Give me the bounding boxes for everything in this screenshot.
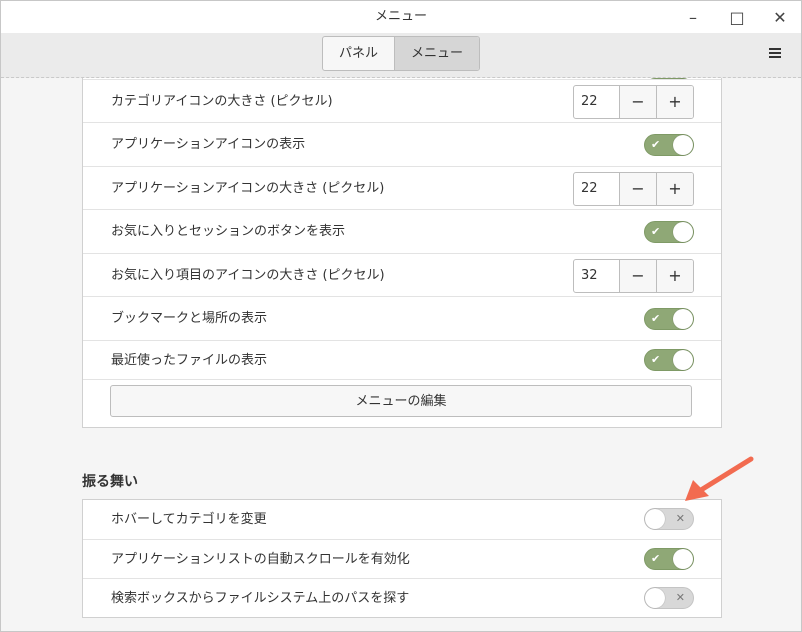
switch-knob	[673, 309, 693, 329]
favorite-icon-size-spinner: 32 − +	[573, 259, 694, 293]
increment-button[interactable]: +	[657, 86, 693, 118]
auto-scroll-switch[interactable]: ✔	[644, 548, 694, 570]
row-label: 最近使ったファイルの表示	[111, 353, 268, 368]
section-title-behavior: 振る舞い	[82, 474, 138, 490]
close-button[interactable]: ✕	[758, 1, 801, 33]
increment-button[interactable]: +	[657, 173, 693, 205]
check-icon: ✔	[651, 225, 661, 238]
switch-knob	[645, 509, 665, 529]
switch-knob	[673, 350, 693, 370]
favorites-session-switch[interactable]: ✔	[644, 221, 694, 243]
cross-icon: ✕	[675, 512, 685, 525]
row-label: アプリケーションアイコンの大きさ (ピクセル)	[111, 181, 385, 196]
spin-value[interactable]: 22	[574, 86, 620, 118]
row-show-recent-files: 最近使ったファイルの表示 ✔	[83, 340, 721, 379]
row-label: ホバーしてカテゴリを変更	[111, 512, 267, 527]
row-category-icon-size: カテゴリアイコンの大きさ (ピクセル) 22 − +	[83, 79, 721, 122]
minimize-button[interactable]: –	[671, 1, 715, 33]
increment-button[interactable]: +	[657, 260, 693, 292]
appearance-frame: カテゴリアイコンの大きさ (ピクセル) 22 − + アプリケーションアイコンの…	[82, 78, 722, 428]
settings-window: メニュー – □ ✕ パネル メニュー カテゴリアイコンの大きさ (ピクセル) …	[0, 0, 802, 632]
row-label: アプリケーションアイコンの表示	[111, 137, 306, 152]
edit-menu-button[interactable]: メニューの編集	[110, 385, 692, 417]
recent-files-switch[interactable]: ✔	[644, 349, 694, 371]
row-show-application-icons: アプリケーションアイコンの表示 ✔	[83, 122, 721, 166]
app-icon-size-spinner: 22 − +	[573, 172, 694, 206]
settings-content[interactable]: カテゴリアイコンの大きさ (ピクセル) 22 − + アプリケーションアイコンの…	[1, 78, 801, 631]
check-icon: ✔	[651, 312, 661, 325]
row-label: お気に入り項目のアイコンの大きさ (ピクセル)	[111, 268, 385, 283]
tab-panel[interactable]: パネル	[323, 37, 394, 70]
title-bar: メニュー – □ ✕	[1, 1, 801, 33]
row-label: お気に入りとセッションのボタンを表示	[111, 224, 346, 239]
header-toolbar: パネル メニュー	[1, 33, 801, 78]
row-favorite-icon-size: お気に入り項目のアイコンの大きさ (ピクセル) 32 − +	[83, 253, 721, 296]
row-edit-menu: メニューの編集	[83, 379, 721, 427]
row-application-icon-size: アプリケーションアイコンの大きさ (ピクセル) 22 − +	[83, 166, 721, 209]
decrement-button[interactable]: −	[620, 173, 657, 205]
page-switcher: パネル メニュー	[322, 36, 481, 71]
bookmarks-places-switch[interactable]: ✔	[644, 308, 694, 330]
switch-knob	[645, 588, 665, 608]
spin-value[interactable]: 22	[574, 173, 620, 205]
row-label: 検索ボックスからファイルシステム上のパスを探す	[111, 591, 410, 606]
row-auto-scroll: アプリケーションリストの自動スクロールを有効化 ✔	[83, 539, 721, 578]
tab-menu[interactable]: メニュー	[395, 37, 480, 70]
switch-knob	[673, 222, 693, 242]
check-icon: ✔	[651, 353, 661, 366]
maximize-button[interactable]: □	[715, 1, 759, 33]
hamburger-icon[interactable]	[765, 43, 785, 63]
row-label: アプリケーションリストの自動スクロールを有効化	[111, 552, 410, 567]
row-search-filesystem-paths: 検索ボックスからファイルシステム上のパスを探す ✕	[83, 578, 721, 617]
row-show-bookmarks-places: ブックマークと場所の表示 ✔	[83, 296, 721, 340]
switch-knob	[673, 135, 693, 155]
hover-category-switch[interactable]: ✕	[644, 508, 694, 530]
switch-knob	[673, 549, 693, 569]
category-icon-size-spinner: 22 − +	[573, 85, 694, 119]
row-hover-change-category: ホバーしてカテゴリを変更 ✕	[83, 500, 721, 539]
cross-icon: ✕	[675, 591, 685, 604]
row-label: カテゴリアイコンの大きさ (ピクセル)	[111, 94, 333, 109]
row-label: ブックマークと場所の表示	[111, 311, 268, 326]
decrement-button[interactable]: −	[620, 86, 657, 118]
behavior-frame: ホバーしてカテゴリを変更 ✕ アプリケーションリストの自動スクロールを有効化 ✔…	[82, 499, 722, 618]
row-show-favorites-session-buttons: お気に入りとセッションのボタンを表示 ✔	[83, 209, 721, 253]
show-app-icons-switch[interactable]: ✔	[644, 134, 694, 156]
check-icon: ✔	[651, 138, 661, 151]
check-icon: ✔	[651, 552, 661, 565]
search-paths-switch[interactable]: ✕	[644, 587, 694, 609]
arrow-annotation	[685, 456, 754, 501]
decrement-button[interactable]: −	[620, 260, 657, 292]
spin-value[interactable]: 32	[574, 260, 620, 292]
